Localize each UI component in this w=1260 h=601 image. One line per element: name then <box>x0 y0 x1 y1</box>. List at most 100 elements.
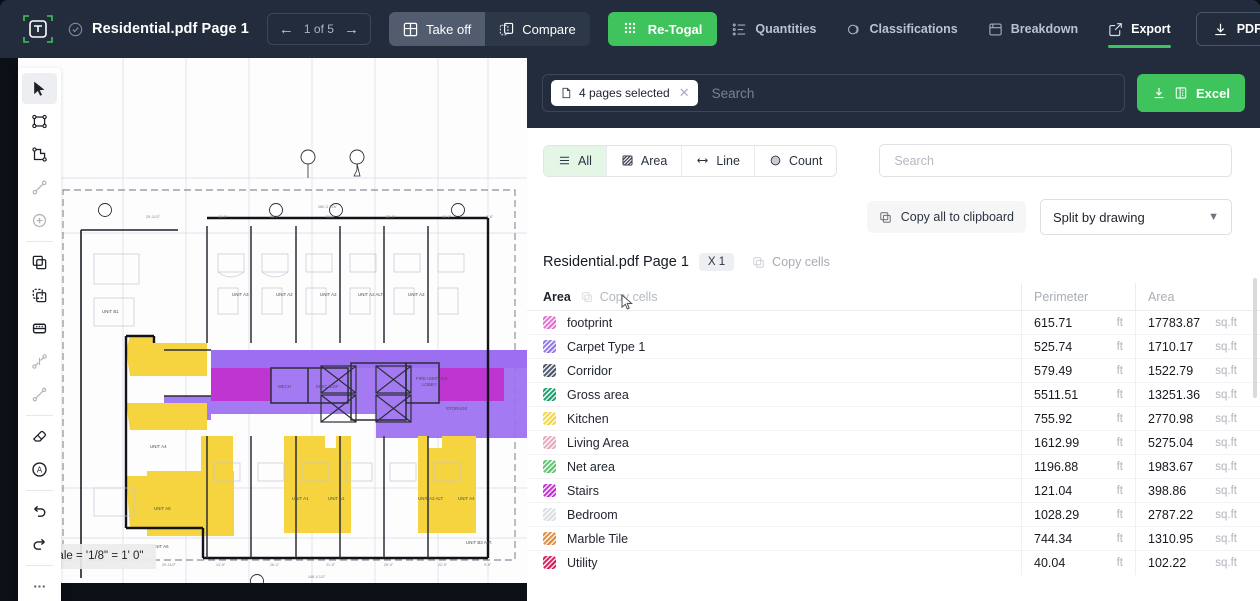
takeoff-button[interactable]: Take off <box>388 12 486 46</box>
subtract-shape-tool[interactable] <box>22 280 57 311</box>
table-scrollbar[interactable] <box>1253 278 1257 398</box>
arrow-right-icon[interactable]: → <box>344 22 359 37</box>
table-row[interactable]: Bedroom 1028.29 ft 2787.22 sq.ft <box>527 502 1260 527</box>
compare-button[interactable]: Compare <box>485 12 590 46</box>
togal-frame-icon[interactable] <box>22 13 54 45</box>
area-name-label: Net area <box>567 459 615 474</box>
cell-area-name: Stairs <box>543 484 1021 498</box>
svg-text:26'-2": 26'-2" <box>270 215 280 219</box>
cell-area-value-value: 17783.87 <box>1148 315 1201 330</box>
measure-line-tool[interactable] <box>22 379 57 410</box>
nav-item-classifications[interactable]: Classifications <box>832 0 973 58</box>
svg-text:UNIT A2 ALT: UNIT A2 ALT <box>418 496 444 501</box>
hatch-pattern <box>543 508 556 521</box>
column-header-area[interactable]: Area Copy cells <box>543 290 1021 304</box>
cell-area-value-unit: sq.ft <box>1215 436 1237 449</box>
cell-perimeter-value: 525.74 <box>1034 339 1073 354</box>
table-row[interactable]: footprint 615.71 ft 17783.87 sq.ft <box>527 310 1260 335</box>
duplicate-shape-tool[interactable] <box>22 247 57 278</box>
floorplan-canvas[interactable]: UNIT A3 UNIT A2 UNIT A2 UNIT A2 ALT. UNIT … <box>18 58 527 583</box>
cell-area-value-value: 1310.95 <box>1148 531 1194 546</box>
redo-button[interactable] <box>22 529 57 560</box>
cell-perimeter: 1196.88 ft <box>1021 454 1135 479</box>
cell-perimeter-unit: ft <box>1116 316 1123 329</box>
copy-cells-button-title[interactable]: Copy cells <box>752 255 830 269</box>
svg-text:UNIT B3 ALT.: UNIT B3 ALT. <box>466 540 492 545</box>
cell-area-value: 1310.95 sq.ft <box>1135 526 1249 551</box>
color-swatch-icon <box>543 340 556 353</box>
svg-text:UNIT A1: UNIT A1 <box>292 496 309 501</box>
svg-text:160'-3 3/16": 160'-3 3/16" <box>318 205 338 209</box>
table-row[interactable]: Stairs 121.04 ft 398.86 sq.ft <box>527 478 1260 503</box>
cell-area-name: Living Area <box>543 436 1021 450</box>
cell-area-value: 398.86 sq.ft <box>1135 478 1249 503</box>
tab-line[interactable]: Line <box>682 145 755 176</box>
download-icon <box>1154 87 1164 99</box>
rectangle-area-tool[interactable] <box>22 106 57 137</box>
hatch-pattern <box>543 460 556 473</box>
column-header-perimeter[interactable]: Perimeter <box>1021 283 1135 310</box>
auto-detect-tool[interactable]: A <box>22 454 57 485</box>
arrow-left-icon[interactable]: ← <box>279 22 294 37</box>
cell-perimeter: 1612.99 ft <box>1021 430 1135 455</box>
table-row[interactable]: Living Area 1612.99 ft 5275.04 sq.ft <box>527 430 1260 455</box>
cell-perimeter-value: 1196.88 <box>1034 459 1079 474</box>
table-row[interactable]: Gross area 5511.51 ft 13251.36 sq.ft <box>527 382 1260 407</box>
line-tool[interactable] <box>22 172 57 203</box>
more-options-button[interactable] <box>22 571 57 601</box>
cell-area-name: Carpet Type 1 <box>543 340 1021 354</box>
table-row[interactable]: Marble Tile 744.34 ft 1310.95 sq.ft <box>527 526 1260 551</box>
polygon-tool[interactable] <box>22 139 57 170</box>
count-point-icon <box>32 213 47 228</box>
pages-selected-chip[interactable]: 4 pages selected ✕ <box>551 80 698 106</box>
color-swatch-icon <box>543 436 556 449</box>
table-row[interactable]: Corridor 579.49 ft 1522.79 sq.ft <box>527 358 1260 383</box>
select-pointer-tool[interactable] <box>22 73 57 104</box>
nav-item-quantities[interactable]: Quantities <box>717 0 831 58</box>
table-search-input[interactable]: Search <box>879 144 1232 177</box>
tab-all[interactable]: All <box>544 145 607 176</box>
table-search-placeholder: Search <box>894 153 934 168</box>
cell-perimeter: 121.04 ft <box>1021 478 1135 503</box>
count-tool[interactable] <box>22 205 57 236</box>
table-row[interactable]: Utility 40.04 ft 102.22 sq.ft <box>527 550 1260 575</box>
hatch-pattern <box>543 364 556 377</box>
copy-all-button[interactable]: Copy all to clipboard <box>866 201 1026 233</box>
tab-area[interactable]: Area <box>606 145 683 176</box>
undo-button[interactable] <box>22 496 57 527</box>
column-header-area-value[interactable]: Area <box>1135 283 1249 310</box>
svg-text:9'-8": 9'-8" <box>486 215 494 219</box>
area-name-label: Bedroom <box>567 507 618 522</box>
svg-text:UNIT B1: UNIT B1 <box>102 309 119 314</box>
pdf-download-button[interactable]: PDF <box>1195 12 1260 46</box>
cell-area-value: 2787.22 sq.ft <box>1135 502 1249 527</box>
redo-icon <box>33 538 45 550</box>
hatch-pattern <box>543 484 556 497</box>
compare-label: Compare <box>522 21 576 37</box>
nav-label-classifications: Classifications <box>869 22 958 36</box>
cell-area-value-unit: sq.ft <box>1215 388 1237 401</box>
split-by-select[interactable]: Split by drawing ▼ <box>1040 199 1232 235</box>
stack-layers-tool[interactable] <box>22 313 57 344</box>
table-row[interactable]: Carpet Type 1 525.74 ft 1710.17 sq.ft <box>527 334 1260 359</box>
cell-area-value-unit: sq.ft <box>1215 484 1237 497</box>
nav-item-export[interactable]: Export <box>1093 0 1186 58</box>
eraser-tool[interactable] <box>22 421 57 452</box>
nav-item-breakdown[interactable]: Breakdown <box>973 0 1093 58</box>
table-actions-row: Copy all to clipboard Split by drawing ▼ <box>527 177 1260 235</box>
table-row[interactable]: Net area 1196.88 ft 1983.67 sq.ft <box>527 454 1260 479</box>
cell-perimeter: 579.49 ft <box>1021 358 1135 383</box>
split-line-tool[interactable] <box>22 346 57 377</box>
re-togal-button[interactable]: Re-Togal <box>607 12 718 46</box>
page-navigator[interactable]: ← 1 of 5 → <box>266 13 371 45</box>
cell-area-value: 5275.04 sq.ft <box>1135 430 1249 455</box>
pages-search-input[interactable]: 4 pages selected ✕ Search <box>542 74 1126 112</box>
chevron-down-icon: ▼ <box>1208 211 1219 223</box>
tab-count[interactable]: Count <box>754 145 837 176</box>
close-icon[interactable]: ✕ <box>679 85 690 101</box>
excel-export-button[interactable]: Excel <box>1137 74 1245 112</box>
copy-cells-button-header[interactable]: Copy cells <box>581 290 657 304</box>
cell-area-name: Marble Tile <box>543 532 1021 546</box>
svg-text:LOBBY: LOBBY <box>422 382 437 387</box>
table-row[interactable]: Kitchen 755.92 ft 2770.98 sq.ft <box>527 406 1260 431</box>
